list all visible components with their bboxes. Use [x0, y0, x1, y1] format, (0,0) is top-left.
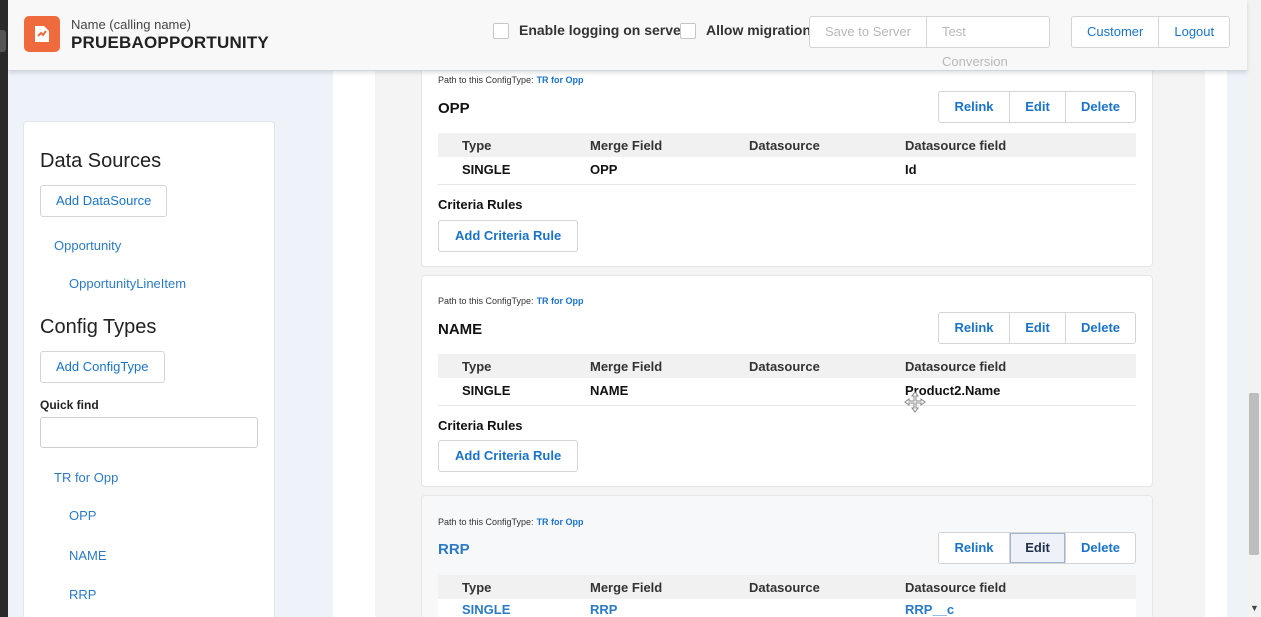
add-configtype-button[interactable]: Add ConfigType [40, 351, 165, 383]
edit-button[interactable]: Edit [1010, 92, 1066, 122]
server-actions-group: Save to Server Test Conversion [809, 16, 1050, 69]
configtype-title: NAME [438, 321, 483, 338]
table-header: Type Merge Field Datasource Datasource f… [438, 133, 1136, 157]
configtype-path: Path to this ConfigType: TR for Opp [438, 75, 584, 85]
configtype-actions: Relink Edit Delete [938, 312, 1136, 344]
criteria-rules-label: Criteria Rules [438, 197, 523, 212]
column-header-datasource-field: Datasource field [905, 359, 1007, 374]
path-link[interactable]: TR for Opp [537, 517, 584, 527]
test-conversion-button[interactable]: Test Conversion [927, 17, 1049, 69]
column-header-datasource: Datasource [749, 138, 820, 153]
cell-merge-field: OPP [590, 162, 618, 177]
allow-migration-checkbox[interactable] [680, 23, 696, 39]
path-link[interactable]: TR for Opp [537, 296, 584, 306]
config-tree-item-opp[interactable]: OPP [69, 508, 96, 523]
column-header-type: Type [462, 138, 492, 153]
move-cursor-icon [904, 391, 926, 418]
config-tree-item-rrp[interactable]: RRP [69, 587, 96, 602]
criteria-rules-label: Criteria Rules [438, 418, 523, 433]
column-header-type: Type [462, 580, 492, 595]
configtype-card-opp: Path to this ConfigType: TR for Opp OPP R… [421, 58, 1153, 267]
delete-button[interactable]: Delete [1066, 313, 1135, 343]
app-header: Name (calling name) PRUEBAOPPORTUNITY En… [8, 0, 1247, 71]
config-tree-item-name[interactable]: NAME [69, 548, 107, 563]
datasource-item-opportunitylineitem[interactable]: OpportunityLineItem [69, 276, 186, 291]
user-actions-group: Customer Logout [1071, 16, 1231, 48]
cell-type: SINGLE [462, 602, 511, 617]
column-header-merge-field: Merge Field [590, 138, 663, 153]
table-row[interactable]: SINGLE OPP Id [438, 157, 1136, 185]
add-criteria-rule-button[interactable]: Add Criteria Rule [438, 220, 579, 252]
table-row[interactable]: SINGLE NAME Product2.Name [438, 378, 1136, 406]
app-window: Name (calling name) PRUEBAOPPORTUNITY En… [8, 0, 1261, 617]
configtype-path: Path to this ConfigType: TR for Opp [438, 296, 584, 306]
app-subtitle: Name (calling name) [71, 17, 191, 32]
window-edge-handle [0, 30, 6, 52]
table-header: Type Merge Field Datasource Datasource f… [438, 354, 1136, 378]
column-header-merge-field: Merge Field [590, 359, 663, 374]
configtype-card-rrp: Path to this ConfigType: TR for Opp RRP R… [421, 495, 1153, 617]
relink-button[interactable]: Relink [939, 313, 1010, 343]
path-label: Path to this ConfigType: [438, 75, 534, 85]
logout-button[interactable]: Logout [1159, 17, 1229, 47]
scrollbar-thumb[interactable] [1249, 393, 1259, 555]
datasource-item-opportunity[interactable]: Opportunity [54, 238, 121, 253]
cell-datasource-field: RRP__c [905, 602, 955, 617]
sidebar: Data Sources Add DataSource Opportunity … [23, 121, 275, 617]
configtype-title: OPP [438, 100, 470, 117]
relink-button[interactable]: Relink [939, 92, 1010, 122]
enable-logging-label: Enable logging on server [519, 22, 687, 38]
save-to-server-button[interactable]: Save to Server [810, 17, 927, 47]
add-criteria-rule-button[interactable]: Add Criteria Rule [438, 440, 579, 472]
table-row[interactable]: SINGLE RRP RRP__c [438, 599, 1136, 617]
quick-find-label: Quick find [40, 398, 99, 412]
customer-button[interactable]: Customer [1072, 17, 1160, 47]
configtype-actions: Relink Edit Delete [938, 532, 1136, 564]
edit-button[interactable]: Edit [1010, 533, 1066, 563]
scroll-down-arrow-icon[interactable]: ▼ [1250, 603, 1259, 613]
add-datasource-button[interactable]: Add DataSource [40, 185, 168, 217]
configtype-title: RRP [438, 541, 470, 558]
configtype-path: Path to this ConfigType: TR for Opp [438, 517, 584, 527]
configtype-card-name: Path to this ConfigType: TR for Opp NAME … [421, 275, 1153, 487]
configtype-actions: Relink Edit Delete [938, 91, 1136, 123]
cell-datasource-field: Id [905, 162, 917, 177]
path-label: Path to this ConfigType: [438, 517, 534, 527]
column-header-datasource-field: Datasource field [905, 138, 1007, 153]
data-sources-heading: Data Sources [40, 150, 162, 172]
cell-merge-field: NAME [590, 383, 629, 398]
cell-type: SINGLE [462, 383, 511, 398]
column-header-merge-field: Merge Field [590, 580, 663, 595]
allow-migration-label: Allow migration [706, 22, 811, 38]
config-types-heading: Config Types [40, 316, 157, 338]
path-link[interactable]: TR for Opp [537, 75, 584, 85]
table-header: Type Merge Field Datasource Datasource f… [438, 575, 1136, 599]
edit-button[interactable]: Edit [1010, 313, 1066, 343]
enable-logging-checkbox[interactable] [493, 23, 509, 39]
cell-type: SINGLE [462, 162, 511, 177]
column-header-type: Type [462, 359, 492, 374]
column-header-datasource: Datasource [749, 580, 820, 595]
app-title: PRUEBAOPPORTUNITY [71, 33, 269, 52]
relink-button[interactable]: Relink [939, 533, 1010, 563]
config-tree-item-tr-for-opp[interactable]: TR for Opp [54, 470, 118, 485]
delete-button[interactable]: Delete [1066, 533, 1135, 563]
column-header-datasource-field: Datasource field [905, 580, 1007, 595]
path-label: Path to this ConfigType: [438, 296, 534, 306]
column-header-datasource: Datasource [749, 359, 820, 374]
app-logo-icon [24, 16, 60, 52]
delete-button[interactable]: Delete [1066, 92, 1135, 122]
cell-merge-field: RRP [590, 602, 618, 617]
quick-find-input[interactable] [40, 417, 258, 448]
